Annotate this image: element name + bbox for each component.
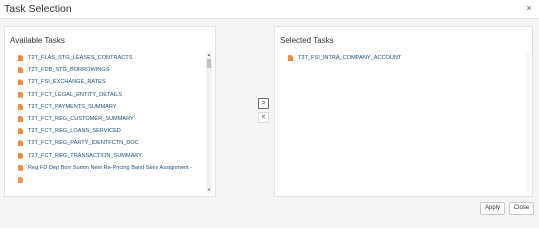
list-item[interactable]: T2T_FSI_EXCHANGE_RATES xyxy=(17,76,207,88)
list-item[interactable]: T2T_FDB_STG_BORROWINGS xyxy=(17,64,207,76)
task-selection-dialog: Task Selection × Available Tasks T2T_FLA… xyxy=(0,0,539,228)
apply-button[interactable]: Apply xyxy=(480,202,505,215)
selected-tasks-panel: Selected Tasks T2T_FSI_INTRA_COMPANY_ACC… xyxy=(274,26,533,197)
list-item[interactable]: T2T_FSI_INTRA_COMPANY_ACCOUNT xyxy=(287,52,477,64)
task-label: T2T_FCT_REG_TRANSACTION_SUMMARY xyxy=(28,152,142,159)
list-item-partial[interactable] xyxy=(17,174,207,186)
selected-tasks-list: T2T_FSI_INTRA_COMPANY_ACCOUNT xyxy=(287,52,477,197)
task-label: T2T_FCT_PAYMENTS_SUMMARY xyxy=(28,103,117,110)
file-icon xyxy=(18,79,23,86)
list-item[interactable]: T2T_FLAS_STG_LEASES_CONTRACTS xyxy=(17,52,207,64)
file-icon xyxy=(18,91,23,98)
dialog-title: Task Selection xyxy=(4,3,72,15)
list-item[interactable]: T2T_FCT_REG_LOANS_SERVICED xyxy=(17,125,207,137)
list-item[interactable]: T2T_FCT_REG_CUSTOMER_SUMMARY xyxy=(17,113,207,125)
task-label: T2T_FSI_EXCHANGE_RATES xyxy=(28,79,106,86)
file-icon xyxy=(18,55,23,62)
task-label: Reg FD Dep Borr Summ Next Re-Pricing Ban… xyxy=(28,164,193,171)
available-tasks-scrollbar[interactable]: ▲ ▼ xyxy=(206,52,212,193)
task-label: T2T_FCT_REG_LOANS_SERVICED xyxy=(28,128,121,135)
file-icon xyxy=(18,128,23,135)
file-icon xyxy=(18,140,23,147)
file-icon xyxy=(288,55,293,62)
task-label: T2T_FDB_STG_BORROWINGS xyxy=(28,67,110,74)
list-item[interactable]: T2T_FCT_REG_TRANSACTION_SUMMARY xyxy=(17,150,207,162)
close-button[interactable]: Close xyxy=(509,202,534,215)
list-item[interactable]: T2T_FCT_REG_PARTY_IDENTFCTN_DOC xyxy=(17,137,207,149)
list-item[interactable]: T2T_FCT_LEGAL_ENTITY_DETAILS xyxy=(17,89,207,101)
available-tasks-list: T2T_FLAS_STG_LEASES_CONTRACTS T2T_FDB_ST… xyxy=(17,52,207,197)
file-icon xyxy=(18,116,23,123)
scroll-up-icon[interactable]: ▲ xyxy=(206,52,212,58)
task-label: T2T_FCT_REG_CUSTOMER_SUMMARY xyxy=(28,116,134,123)
list-item[interactable]: T2T_FCT_PAYMENTS_SUMMARY xyxy=(17,101,207,113)
file-icon xyxy=(18,164,23,171)
title-bar: Task Selection × xyxy=(0,0,539,19)
move-left-button[interactable]: < xyxy=(258,112,269,123)
file-icon xyxy=(18,176,23,183)
selected-tasks-title: Selected Tasks xyxy=(280,36,334,45)
task-label: T2T_FCT_REG_PARTY_IDENTFCTN_DOC xyxy=(28,140,139,147)
task-label: T2T_FCT_LEGAL_ENTITY_DETAILS xyxy=(28,91,123,98)
task-label: T2T_FLAS_STG_LEASES_CONTRACTS xyxy=(28,55,133,62)
available-tasks-panel: Available Tasks T2T_FLAS_STG_LEASES_CONT… xyxy=(4,26,216,197)
available-tasks-title: Available Tasks xyxy=(10,36,65,45)
scroll-down-icon[interactable]: ▼ xyxy=(206,187,212,193)
file-icon xyxy=(18,67,23,74)
move-right-button[interactable]: > xyxy=(258,98,269,109)
list-item[interactable]: Reg FD Dep Borr Summ Next Re-Pricing Ban… xyxy=(17,162,207,174)
file-icon xyxy=(18,152,23,159)
file-icon xyxy=(18,103,23,110)
close-icon[interactable]: × xyxy=(524,3,534,13)
scroll-thumb[interactable] xyxy=(207,59,211,68)
selected-tasks-scrollbar[interactable] xyxy=(526,52,530,193)
task-label: T2T_FSI_INTRA_COMPANY_ACCOUNT xyxy=(298,55,402,62)
